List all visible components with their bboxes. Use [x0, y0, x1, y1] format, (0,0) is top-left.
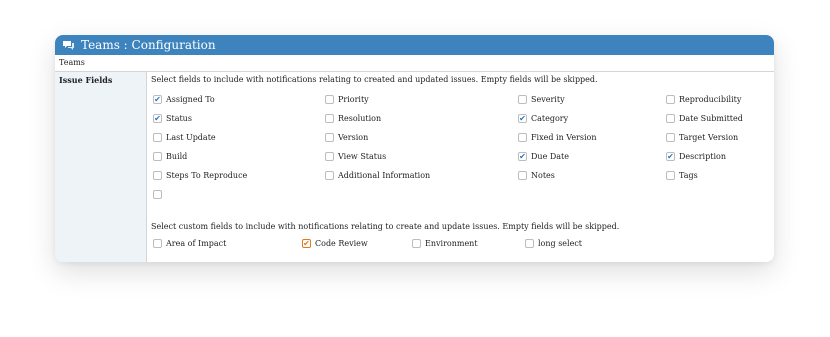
checkbox-label: Due Date	[531, 152, 569, 161]
checkbox-label: Date Submitted	[679, 114, 743, 123]
checkbox-severity[interactable]: Severity	[518, 94, 565, 105]
checkbox-due-date[interactable]: ✔ Due Date	[518, 151, 569, 162]
panel-title: Teams : Configuration	[81, 38, 216, 52]
checkbox-box[interactable]	[325, 133, 334, 142]
checkmark-icon[interactable]: ✔	[302, 239, 311, 248]
checkmark-icon[interactable]: ✔	[518, 114, 527, 123]
checkbox-label: long select	[538, 239, 583, 248]
checkbox-box[interactable]	[518, 95, 527, 104]
checkbox-box[interactable]	[666, 133, 675, 142]
checkbox-last-update[interactable]: Last Update	[153, 132, 216, 143]
checkbox-fixed-in-version[interactable]: Fixed in Version	[518, 132, 597, 143]
checkbox-reproducibility[interactable]: Reproducibility	[666, 94, 741, 105]
chat-icon	[62, 40, 75, 51]
custom-fields-description: Select custom fields to include with not…	[151, 222, 620, 231]
checkbox-label: Build	[166, 152, 188, 161]
checkmark-icon[interactable]: ✔	[153, 95, 162, 104]
issue-fields-description: Select fields to include with notificati…	[151, 75, 598, 84]
checkbox-box[interactable]	[153, 171, 162, 180]
checkbox-box[interactable]	[518, 133, 527, 142]
checkbox-category[interactable]: ✔ Category	[518, 113, 568, 124]
checkbox-label: Description	[679, 152, 726, 161]
breadcrumb[interactable]: Teams	[55, 55, 774, 72]
checkbox-assigned-to[interactable]: ✔ Assigned To	[153, 94, 215, 105]
issue-fields-label: Issue Fields	[55, 72, 147, 262]
checkbox-view-status[interactable]: View Status	[325, 151, 386, 162]
checkbox-label: Environment	[425, 239, 478, 248]
checkbox-label: Severity	[531, 95, 565, 104]
checkbox-label: Resolution	[338, 114, 382, 123]
checkbox-label: Code Review	[315, 239, 368, 248]
checkbox-box[interactable]	[325, 152, 334, 161]
checkbox-build[interactable]: Build	[153, 151, 187, 162]
checkbox-long-select[interactable]: long select	[525, 238, 582, 249]
checkbox-box[interactable]	[325, 95, 334, 104]
issue-fields-content: Select fields to include with notificati…	[147, 72, 774, 262]
checkbox-version[interactable]: Version	[325, 132, 368, 143]
checkbox-label: Tags	[679, 171, 698, 180]
checkbox-environment[interactable]: Environment	[412, 238, 478, 249]
checkbox-date-submitted[interactable]: Date Submitted	[666, 113, 743, 124]
checkbox-label: Reproducibility	[679, 95, 742, 104]
checkbox-box[interactable]	[325, 114, 334, 123]
checkbox-label: View Status	[338, 152, 387, 161]
checkbox-label: Priority	[338, 95, 369, 104]
checkbox-box[interactable]	[518, 171, 527, 180]
configuration-panel: Teams : Configuration Teams Issue Fields…	[55, 35, 774, 262]
checkmark-icon[interactable]: ✔	[518, 152, 527, 161]
issue-fields-row: Issue Fields Select fields to include wi…	[55, 72, 774, 262]
checkbox-status[interactable]: ✔ Status	[153, 113, 192, 124]
checkbox-box[interactable]	[153, 133, 162, 142]
checkmark-icon[interactable]: ✔	[666, 152, 675, 161]
checkbox-label: Additional Information	[338, 171, 431, 180]
checkbox-description[interactable]: ✔ Description	[666, 151, 726, 162]
checkbox-area-of-impact[interactable]: Area of Impact	[153, 238, 226, 249]
checkbox-additional-information[interactable]: Additional Information	[325, 170, 430, 181]
checkbox-priority[interactable]: Priority	[325, 94, 369, 105]
checkbox-box[interactable]	[153, 239, 162, 248]
checkbox-label: Notes	[531, 171, 555, 180]
checkbox-label: Status	[166, 114, 192, 123]
checkbox-tags[interactable]: Tags	[666, 170, 698, 181]
checkbox-box[interactable]	[153, 190, 162, 199]
checkbox-label: Steps To Reproduce	[166, 171, 248, 180]
checkbox-box[interactable]	[153, 152, 162, 161]
checkbox-box[interactable]	[666, 114, 675, 123]
checkbox-label: Assigned To	[166, 95, 215, 104]
checkbox-label: Version	[338, 133, 369, 142]
checkbox-empty[interactable]	[153, 189, 166, 200]
checkbox-box[interactable]	[325, 171, 334, 180]
checkbox-box[interactable]	[525, 239, 534, 248]
checkbox-label: Fixed in Version	[531, 133, 597, 142]
checkbox-resolution[interactable]: Resolution	[325, 113, 381, 124]
checkbox-target-version[interactable]: Target Version	[666, 132, 738, 143]
checkbox-notes[interactable]: Notes	[518, 170, 555, 181]
checkbox-label: Category	[531, 114, 569, 123]
checkbox-box[interactable]	[666, 171, 675, 180]
checkbox-code-review[interactable]: ✔ Code Review	[302, 238, 368, 249]
checkbox-box[interactable]	[666, 95, 675, 104]
checkbox-steps-to-reproduce[interactable]: Steps To Reproduce	[153, 170, 247, 181]
panel-header: Teams : Configuration	[55, 35, 774, 55]
checkbox-box[interactable]	[412, 239, 421, 248]
checkbox-label: Last Update	[166, 133, 216, 142]
checkbox-label: Target Version	[679, 133, 739, 142]
checkmark-icon[interactable]: ✔	[153, 114, 162, 123]
checkbox-label: Area of Impact	[166, 239, 227, 248]
